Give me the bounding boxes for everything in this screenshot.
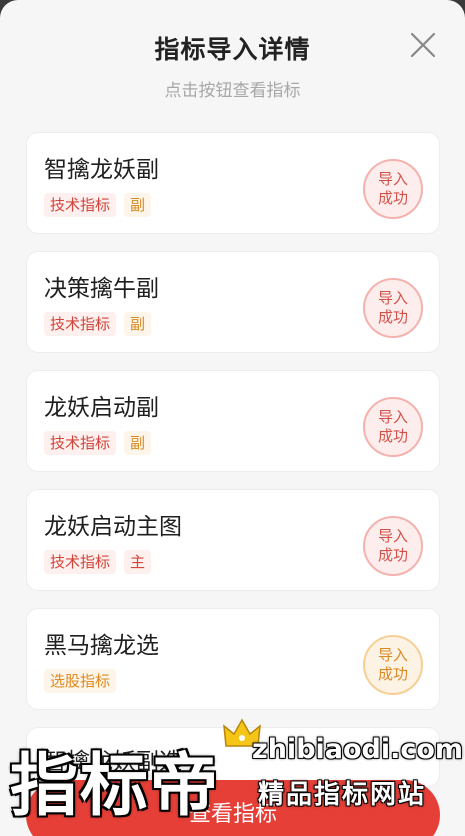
indicator-name: 黑马擒龙选 — [44, 633, 159, 659]
indicator-position-tag: 主 — [124, 550, 152, 574]
indicator-list: 智擒龙妖副 技术指标 副 导入 成功 决策擒牛副 技术指标 副 导入 成功 龙妖… — [26, 132, 440, 804]
indicator-name: 龙妖启动主图 — [44, 514, 182, 540]
import-status-badge: 导入 成功 — [363, 516, 423, 576]
indicator-type-tag: 技术指标 — [44, 312, 117, 336]
dialog-title: 指标导入详情 — [154, 35, 311, 64]
import-status-badge: 导入 成功 — [363, 397, 423, 457]
indicator-name: 决策擒牛副 — [44, 276, 159, 302]
close-icon[interactable] — [404, 26, 442, 64]
indicator-name: 龙妖启动副 — [44, 395, 159, 421]
import-status-badge: 导入 成功 — [363, 635, 423, 695]
indicator-card[interactable]: 智擒龙妖副选 — [26, 727, 440, 787]
import-details-dialog: 指标导入详情 点击按钮查看指标 智擒龙妖副 技术指标 副 导入 成功 决策擒牛副… — [0, 0, 465, 836]
indicator-position-tag: 副 — [124, 431, 152, 455]
view-indicators-button[interactable]: 查看指标 — [26, 780, 440, 836]
indicator-card[interactable]: 龙妖启动副 技术指标 副 导入 成功 — [26, 370, 440, 472]
indicator-position-tag: 副 — [124, 193, 152, 217]
indicator-card[interactable]: 决策擒牛副 技术指标 副 导入 成功 — [26, 251, 440, 353]
indicator-type-tag: 技术指标 — [44, 550, 117, 574]
indicator-card[interactable]: 智擒龙妖副 技术指标 副 导入 成功 — [26, 132, 440, 234]
indicator-card[interactable]: 黑马擒龙选 选股指标 导入 成功 — [26, 608, 440, 710]
import-status-badge: 导入 成功 — [363, 159, 423, 219]
indicator-card[interactable]: 龙妖启动主图 技术指标 主 导入 成功 — [26, 489, 440, 591]
dialog-subtitle: 点击按钮查看指标 — [164, 81, 301, 101]
indicator-type-tag: 选股指标 — [44, 669, 117, 693]
indicator-name: 智擒龙妖副选 — [44, 749, 182, 775]
indicator-type-tag: 技术指标 — [44, 193, 117, 217]
import-status-badge: 导入 成功 — [363, 278, 423, 338]
indicator-name: 智擒龙妖副 — [44, 157, 159, 183]
indicator-position-tag: 副 — [124, 312, 152, 336]
indicator-type-tag: 技术指标 — [44, 431, 117, 455]
